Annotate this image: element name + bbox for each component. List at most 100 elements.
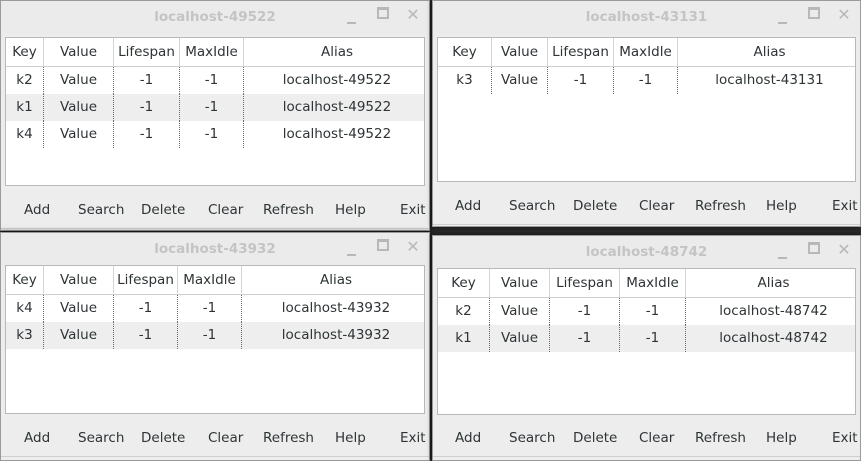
minimize-icon[interactable] [774, 241, 790, 259]
column-header-lifespan[interactable]: Lifespan [550, 269, 620, 297]
cache-table: Key Value Lifespan MaxIdle Alias k3 Value -1 -1 l… [437, 37, 856, 182]
maximize-icon[interactable] [806, 6, 822, 24]
column-header-key[interactable]: Key [438, 269, 490, 297]
column-header-alias[interactable]: Alias [678, 38, 860, 66]
minimize-icon[interactable] [343, 6, 359, 24]
divider [1, 228, 429, 229]
exit-button[interactable]: Exit [400, 426, 426, 450]
cell-maxidle: -1 [180, 67, 244, 94]
cell-maxidle: -1 [178, 322, 242, 349]
table-row[interactable]: k4 Value -1 -1 localhost-43932 [6, 295, 424, 322]
exit-button[interactable]: Exit [832, 194, 858, 218]
cell-alias: localhost-43131 [715, 72, 824, 88]
table-row[interactable]: k3 Value -1 -1 localhost-43932 [6, 322, 424, 349]
close-icon[interactable]: ✕ [405, 6, 421, 24]
table-row[interactable]: k2 Value -1 -1 localhost-48742 [438, 298, 855, 325]
refresh-button[interactable]: Refresh [695, 194, 746, 218]
delete-button[interactable]: Delete [141, 198, 185, 222]
close-icon[interactable]: ✕ [836, 6, 852, 24]
help-button[interactable]: Help [766, 426, 797, 450]
cache-table: Key Value Lifespan MaxIdle Alias k2 Value -1 -1 l… [5, 37, 425, 186]
search-button[interactable]: Search [78, 426, 124, 450]
maximize-icon[interactable] [375, 238, 391, 256]
cell-maxidle: -1 [614, 67, 678, 94]
close-icon[interactable]: ✕ [405, 238, 421, 256]
table-row[interactable]: k4 Value -1 -1 localhost-49522 [6, 121, 424, 148]
cell-key: k3 [6, 322, 44, 349]
column-header-key[interactable]: Key [6, 38, 44, 66]
title-bar[interactable]: localhost-48742 ✕ [433, 236, 860, 270]
title-bar[interactable]: localhost-43932 ✕ [1, 233, 429, 267]
cell-alias: localhost-48742 [719, 303, 828, 319]
help-button[interactable]: Help [335, 198, 366, 222]
table-row[interactable]: k1 Value -1 -1 localhost-48742 [438, 325, 855, 352]
column-header-value[interactable]: Value [490, 269, 550, 297]
column-header-lifespan[interactable]: Lifespan [548, 38, 614, 66]
column-header-maxidle[interactable]: MaxIdle [614, 38, 678, 66]
cell-alias: localhost-48742 [719, 330, 828, 346]
close-icon[interactable]: ✕ [836, 241, 852, 259]
window-localhost-43131: localhost-43131 ✕ Key Value Lifespan MaxIdl… [432, 0, 861, 227]
help-button[interactable]: Help [335, 426, 366, 450]
column-header-key[interactable]: Key [438, 38, 492, 66]
cell-alias: localhost-43932 [281, 300, 391, 316]
clear-button[interactable]: Clear [639, 194, 674, 218]
cell-alias: localhost-49522 [282, 72, 392, 88]
cell-alias: localhost-49522 [282, 99, 392, 115]
window-title: localhost-43932 [154, 241, 276, 257]
divider [1, 456, 429, 457]
column-header-alias[interactable]: Alias [244, 38, 429, 66]
delete-button[interactable]: Delete [141, 426, 185, 450]
cell-value: Value [490, 298, 550, 325]
column-header-maxidle[interactable]: MaxIdle [180, 38, 244, 66]
exit-button[interactable]: Exit [400, 198, 426, 222]
window-title: localhost-48742 [585, 244, 708, 260]
window-localhost-49522: localhost-49522 ✕ Key Value Lifespan MaxIdl… [0, 0, 430, 231]
clear-button[interactable]: Clear [208, 426, 243, 450]
refresh-button[interactable]: Refresh [695, 426, 746, 450]
exit-button[interactable]: Exit [832, 426, 858, 450]
minimize-icon[interactable] [343, 238, 359, 256]
maximize-icon[interactable] [806, 241, 822, 259]
add-button[interactable]: Add [455, 194, 481, 218]
column-header-maxidle[interactable]: MaxIdle [178, 266, 242, 294]
delete-button[interactable]: Delete [573, 426, 617, 450]
column-header-value[interactable]: Value [44, 38, 114, 66]
column-header-alias[interactable]: Alias [686, 269, 860, 297]
minimize-icon[interactable] [774, 6, 790, 24]
search-button[interactable]: Search [509, 194, 555, 218]
search-button[interactable]: Search [509, 426, 555, 450]
cell-key: k1 [6, 94, 44, 121]
cell-lifespan: -1 [114, 322, 178, 349]
column-header-value[interactable]: Value [492, 38, 548, 66]
column-header-lifespan[interactable]: Lifespan [114, 266, 178, 294]
delete-button[interactable]: Delete [573, 194, 617, 218]
column-header-lifespan[interactable]: Lifespan [114, 38, 180, 66]
table-row[interactable]: k2 Value -1 -1 localhost-49522 [6, 67, 424, 94]
column-header-value[interactable]: Value [44, 266, 114, 294]
button-bar: Add Search Delete Clear Refresh Help Exit [433, 194, 860, 218]
search-button[interactable]: Search [78, 198, 124, 222]
column-header-alias[interactable]: Alias [242, 266, 429, 294]
cell-value: Value [44, 121, 114, 148]
clear-button[interactable]: Clear [639, 426, 674, 450]
help-button[interactable]: Help [766, 194, 797, 218]
maximize-icon[interactable] [375, 6, 391, 24]
cell-value: Value [44, 322, 114, 349]
add-button[interactable]: Add [24, 426, 50, 450]
table-row[interactable]: k1 Value -1 -1 localhost-49522 [6, 94, 424, 121]
window-localhost-43932: localhost-43932 ✕ Key Value Lifespan MaxIdl… [0, 232, 430, 461]
add-button[interactable]: Add [24, 198, 50, 222]
column-header-key[interactable]: Key [6, 266, 44, 294]
refresh-button[interactable]: Refresh [263, 198, 314, 222]
table-header: Key Value Lifespan MaxIdle Alias [438, 269, 855, 298]
column-header-maxidle[interactable]: MaxIdle [620, 269, 686, 297]
add-button[interactable]: Add [455, 426, 481, 450]
title-bar[interactable]: localhost-43131 ✕ [433, 1, 860, 35]
refresh-button[interactable]: Refresh [263, 426, 314, 450]
window-localhost-48742: localhost-48742 ✕ Key Value Lifespan MaxIdl… [432, 235, 861, 461]
cell-maxidle: -1 [620, 298, 686, 325]
clear-button[interactable]: Clear [208, 198, 243, 222]
title-bar[interactable]: localhost-49522 ✕ [1, 1, 429, 35]
table-row[interactable]: k3 Value -1 -1 localhost-43131 [438, 67, 855, 94]
